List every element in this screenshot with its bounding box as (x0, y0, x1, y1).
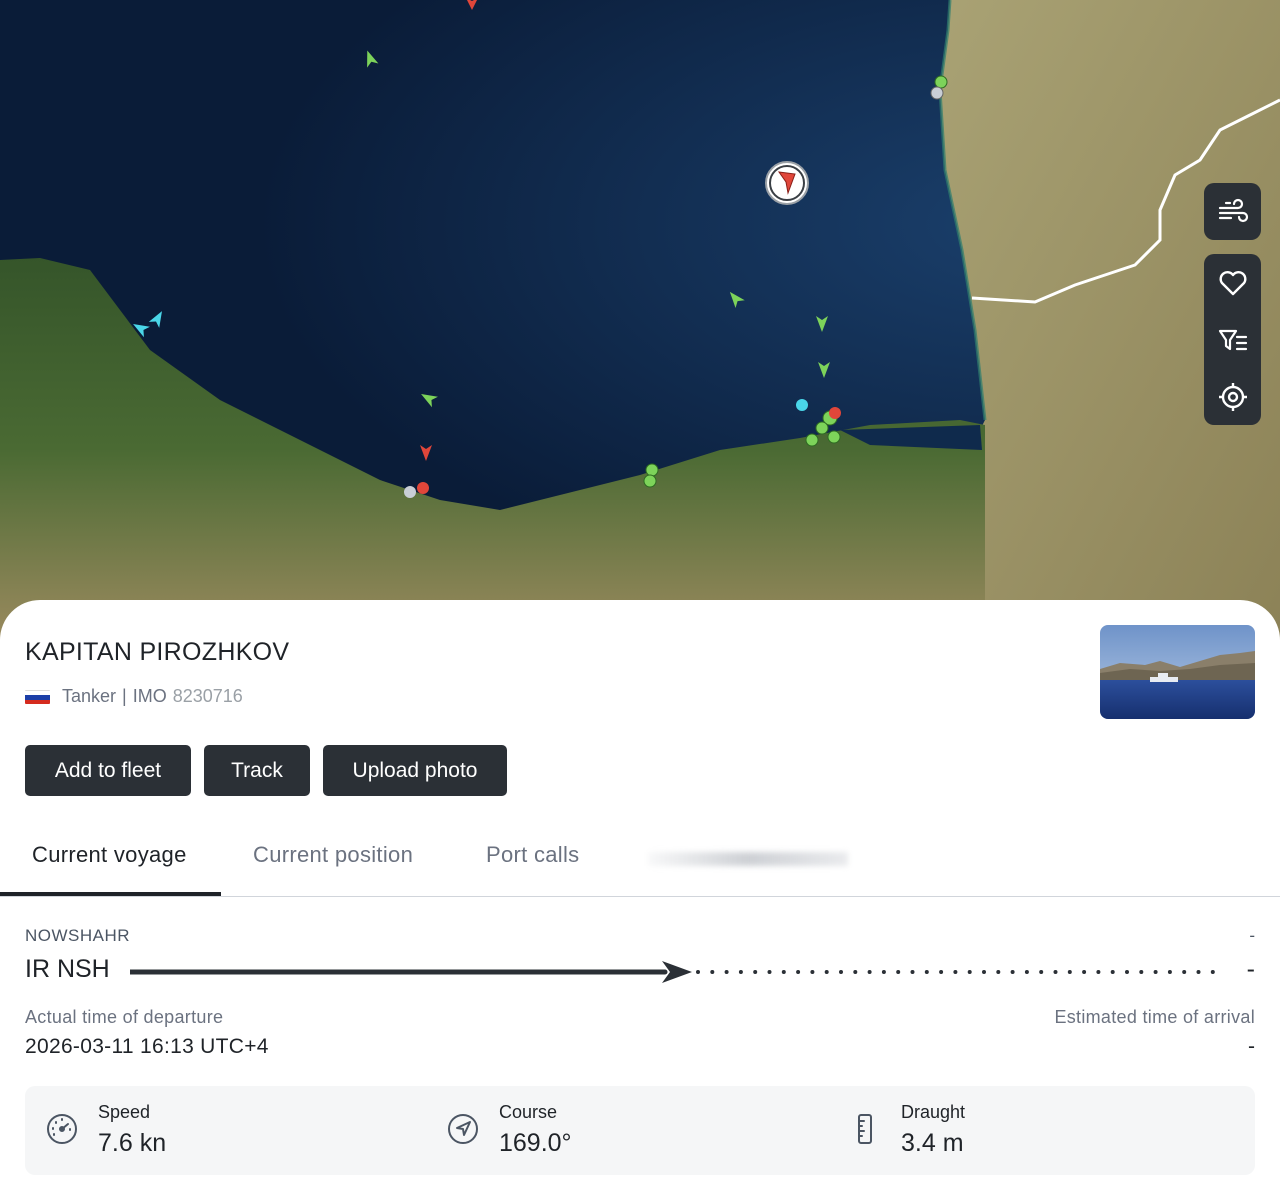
heart-icon[interactable] (1204, 254, 1261, 311)
vessel-stats: Speed 7.6 kn Course 169.0° Draught 3.4 m (25, 1086, 1255, 1175)
atd-value: 2026-03-11 16:13 UTC+4 (25, 1035, 269, 1058)
upload-photo-button[interactable]: Upload photo (323, 745, 507, 796)
meta-separator: | (122, 686, 127, 706)
draught-label: Draught (901, 1102, 966, 1122)
active-tab-indicator (0, 892, 221, 896)
vessel-meta: Tanker | IMO 8230716 (25, 686, 243, 707)
filter-list-icon[interactable] (1204, 311, 1261, 368)
track-button[interactable]: Track (204, 745, 310, 796)
eta-label: Estimated time of arrival (1054, 1007, 1255, 1027)
atd-label: Actual time of departure (25, 1007, 224, 1027)
ruler-icon (848, 1112, 882, 1151)
speedometer-icon (45, 1112, 79, 1151)
map-tools (1204, 254, 1261, 425)
arrival-port: - (1249, 926, 1255, 945)
departure-locode: IR NSH (25, 955, 110, 983)
tab-port-calls[interactable]: Port calls (486, 842, 579, 868)
navigation-icon (446, 1112, 480, 1151)
map-controls (1204, 183, 1261, 425)
detail-tabs: Current voyage Current position Port cal… (0, 818, 1280, 897)
wind-icon[interactable] (1204, 183, 1261, 240)
imo-value: 8230716 (172, 686, 243, 706)
blurred-tab (648, 852, 848, 866)
course-value: 169.0° (499, 1129, 572, 1157)
vessel-photo[interactable] (1100, 625, 1255, 719)
tab-current-position[interactable]: Current position (253, 842, 413, 868)
map-view[interactable] (0, 0, 1280, 640)
vessel-type: Tanker (62, 686, 117, 706)
speed-value: 7.6 kn (98, 1129, 167, 1157)
crosshair-icon[interactable] (1204, 368, 1261, 425)
draught-value: 3.4 m (901, 1129, 964, 1157)
arrival-locode: - (1246, 955, 1255, 983)
voyage-progress-line (130, 961, 1217, 983)
russia-flag-icon (25, 689, 50, 704)
satellite-map[interactable] (0, 0, 1280, 640)
tab-current-voyage[interactable]: Current voyage (32, 842, 187, 868)
departure-port: NOWSHAHR (25, 926, 131, 945)
add-to-fleet-button[interactable]: Add to fleet (25, 745, 191, 796)
vessel-name: KAPITAN PIROZHKOV (25, 638, 290, 666)
weather-control (1204, 183, 1261, 240)
imo-label: IMO (132, 686, 167, 706)
vessel-details-panel: KAPITAN PIROZHKOV Tanker | IMO 8230716 A… (0, 600, 1280, 1187)
selected-vessel-marker[interactable] (764, 160, 810, 211)
speed-label: Speed (98, 1102, 151, 1122)
vessel-actions: Add to fleet Track Upload photo (25, 745, 507, 796)
eta-value: - (1248, 1035, 1255, 1058)
course-label: Course (499, 1102, 558, 1122)
